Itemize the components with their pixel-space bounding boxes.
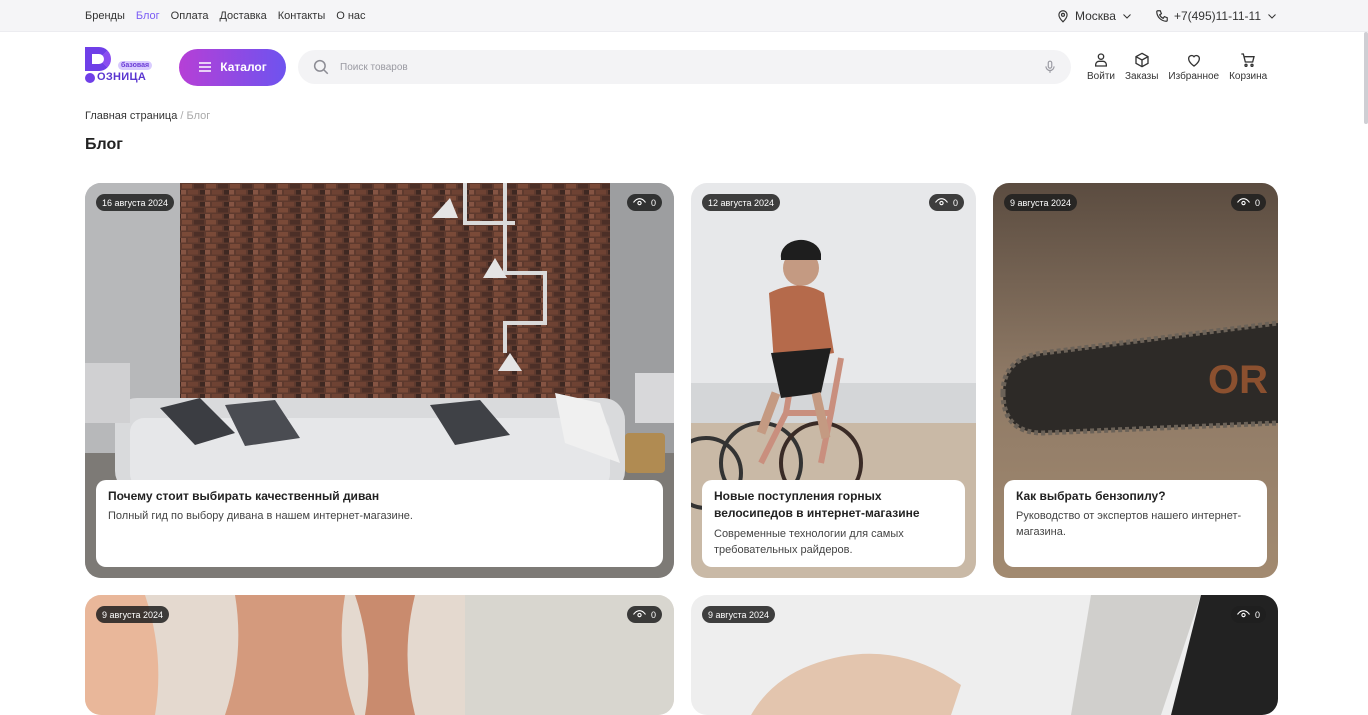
post-views-badge: 0 — [1230, 606, 1266, 623]
post-title[interactable]: Почему стоит выбирать качественный диван — [108, 488, 651, 505]
phone-label: +7(495)11-11-11 — [1173, 8, 1261, 23]
top-right: Москва +7(495)11-11-11 — [1056, 9, 1278, 23]
post-info: Как выбрать бензопилу? Руководство от эк… — [1004, 480, 1267, 567]
chevron-down-icon — [1123, 13, 1131, 19]
post-info: Новые поступления горных велосипедов в и… — [702, 480, 965, 567]
page-title: Блог — [85, 136, 123, 153]
logo-text: ОЗНИЦА — [97, 71, 147, 83]
search-input[interactable] — [340, 61, 1033, 73]
orders-label: Заказы — [1125, 71, 1159, 82]
search-icon — [313, 59, 329, 75]
logo-mark — [85, 47, 111, 71]
post-date-badge: 16 августа 2024 — [96, 194, 175, 211]
top-nav-brands[interactable]: Бренды — [85, 10, 125, 22]
post-views-count: 0 — [650, 197, 656, 208]
breadcrumb-home[interactable]: Главная страница — [85, 110, 177, 122]
post-date-badge: 9 августа 2024 — [96, 606, 170, 623]
location-pin-icon — [1058, 9, 1068, 23]
eye-icon — [633, 610, 646, 618]
catalog-label: Каталог — [220, 60, 267, 74]
post-excerpt: Полный гид по выбору дивана в нашем инте… — [108, 510, 413, 523]
post-views-count: 0 — [952, 197, 958, 208]
blog-card-bikes[interactable]: 12 августа 2024 0 Новые поступления горн… — [691, 183, 976, 578]
post-views-count: 0 — [650, 609, 656, 620]
top-nav-contacts[interactable]: Контакты — [278, 10, 326, 22]
post-views-badge: 0 — [1230, 194, 1266, 211]
favorites-label: Избранное — [1168, 71, 1220, 82]
breadcrumb: Главная страница / Блог — [0, 102, 1368, 122]
logo-badge: базовая — [118, 61, 153, 70]
post-views-badge: 0 — [928, 194, 964, 211]
user-icon — [1095, 53, 1107, 67]
cart-button[interactable]: Корзина — [1229, 52, 1267, 82]
phone-selector[interactable]: +7(495)11-11-11 — [1155, 9, 1278, 23]
post-views-badge: 0 — [626, 606, 662, 623]
top-nav-blog[interactable]: Блог — [136, 10, 160, 22]
login-button[interactable]: Войти — [1087, 52, 1115, 82]
top-nav-delivery[interactable]: Доставка — [219, 10, 266, 22]
header-actions: Войти Заказы Избранное Корзина — [1087, 52, 1267, 82]
page-scrollbar[interactable] — [1364, 32, 1368, 124]
post-photo — [691, 595, 1278, 715]
logo-dot — [85, 73, 95, 83]
top-nav: Бренды Блог Оплата Доставка Контакты О н… — [85, 10, 366, 22]
top-nav-payment[interactable]: Оплата — [171, 10, 209, 22]
top-nav-about[interactable]: О нас — [336, 10, 365, 22]
blog-card-sofa[interactable]: 16 августа 2024 0 Почему стоит выбирать … — [85, 183, 674, 578]
orders-button[interactable]: Заказы — [1125, 52, 1158, 82]
eye-icon — [633, 198, 646, 206]
search-bar — [298, 50, 1071, 84]
box-icon — [1135, 52, 1149, 68]
post-title[interactable]: Как выбрать бензопилу? — [1016, 488, 1255, 505]
header: базовая ОЗНИЦА Каталог Войти Заказы Избр… — [0, 32, 1368, 102]
post-title[interactable]: Новые поступления горных велосипедов в и… — [714, 488, 953, 523]
blog-card-5[interactable]: 9 августа 2024 0 — [691, 595, 1278, 715]
breadcrumb-current: Блог — [186, 110, 211, 122]
post-excerpt: Современные технологии для самых требова… — [714, 527, 904, 556]
login-label: Войти — [1087, 71, 1115, 82]
post-photo — [85, 595, 674, 715]
post-views-count: 0 — [1254, 197, 1260, 208]
top-bar: Бренды Блог Оплата Доставка Контакты О н… — [0, 0, 1368, 32]
chevron-down-icon — [1268, 13, 1276, 19]
city-label: Москва — [1074, 8, 1116, 23]
phone-icon — [1156, 9, 1168, 22]
post-views-badge: 0 — [626, 194, 662, 211]
post-date-badge: 9 августа 2024 — [702, 606, 776, 623]
eye-icon — [1237, 610, 1250, 618]
eye-icon — [1237, 198, 1250, 206]
cart-icon — [1241, 53, 1256, 67]
favorites-button[interactable]: Избранное — [1168, 52, 1219, 82]
eye-icon — [935, 198, 948, 206]
post-date-badge: 12 августа 2024 — [702, 194, 781, 211]
menu-icon — [199, 62, 212, 72]
heart-icon — [1187, 54, 1200, 67]
svg-text:OR: OR — [1208, 358, 1268, 402]
logo[interactable]: базовая ОЗНИЦА — [85, 47, 153, 87]
post-date-badge: 9 августа 2024 — [1004, 194, 1078, 211]
catalog-button[interactable]: Каталог — [179, 48, 286, 86]
microphone-icon[interactable] — [1043, 59, 1057, 75]
post-views-count: 0 — [1254, 609, 1260, 620]
city-selector[interactable]: Москва — [1056, 9, 1133, 23]
cart-label: Корзина — [1229, 71, 1268, 82]
post-info: Почему стоит выбирать качественный диван… — [96, 480, 663, 567]
blog-card-chainsaw[interactable]: OR 9 августа 2024 0 Как выбрать бензопил… — [993, 183, 1278, 578]
post-excerpt: Руководство от экспертов нашего интернет… — [1016, 510, 1242, 539]
blog-card-4[interactable]: 9 августа 2024 0 — [85, 595, 674, 715]
